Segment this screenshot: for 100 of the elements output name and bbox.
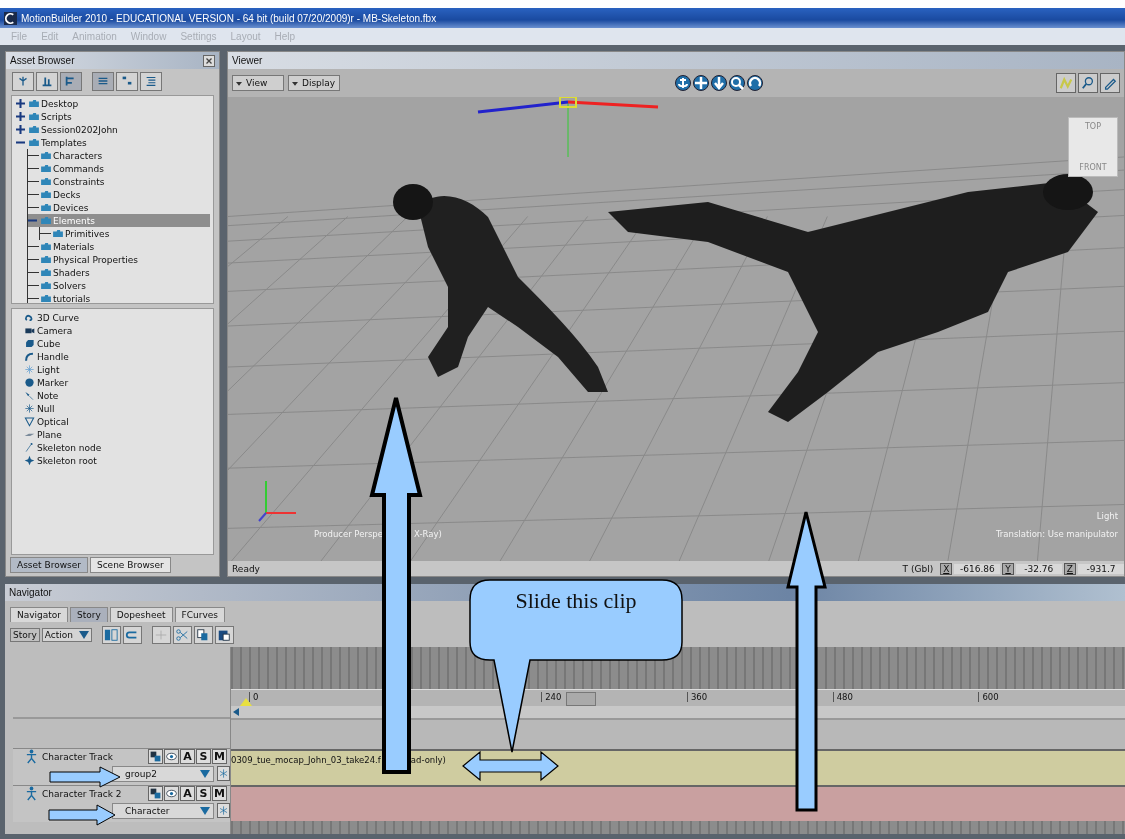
axis-button[interactable]: Z — [1063, 562, 1076, 575]
tree-item[interactable]: Scripts — [16, 110, 76, 123]
tree-item[interactable]: Solvers — [28, 279, 90, 292]
ruler-label: 600 — [978, 692, 999, 702]
element-item[interactable]: Null — [24, 402, 55, 415]
element-item[interactable]: Handle — [24, 350, 69, 363]
track-toggle-button[interactable]: M — [212, 749, 227, 764]
track-toggle-button[interactable]: S — [196, 749, 211, 764]
element-item[interactable]: Plane — [24, 428, 62, 441]
app-logo-icon — [4, 11, 17, 25]
track-toggle-button[interactable]: A — [180, 786, 195, 801]
element-item[interactable]: Camera — [24, 324, 73, 337]
tab[interactable]: FCurves — [174, 607, 225, 622]
figure-icon — [25, 749, 38, 764]
paste-icon[interactable] — [217, 628, 232, 642]
tree-item[interactable]: Devices — [28, 201, 93, 214]
zoom-2d-icon[interactable] — [1081, 76, 1095, 90]
expand-icon[interactable] — [16, 112, 25, 121]
right-arrow — [48, 804, 116, 826]
marker-icon — [24, 377, 35, 388]
caret-icon — [199, 769, 210, 778]
collapse-icon[interactable] — [16, 138, 25, 147]
element-item[interactable]: Light — [24, 363, 60, 376]
axis-button[interactable]: Y — [1002, 562, 1014, 575]
track-header[interactable]: Character Track 2 A S M Character — [13, 785, 230, 822]
search-icon[interactable] — [729, 75, 745, 91]
tree-item[interactable]: Constraints — [28, 175, 109, 188]
panel-toggle-icon[interactable] — [104, 628, 119, 642]
expand-icon[interactable] — [16, 99, 25, 108]
anchor-icon[interactable] — [675, 75, 691, 91]
eye-icon[interactable] — [164, 786, 179, 801]
ruler-label: 360 — [686, 692, 708, 702]
clip-name: ad-only) — [410, 755, 446, 765]
layers-icon[interactable] — [148, 786, 163, 801]
tree-item[interactable]: Physical Properties — [28, 253, 142, 266]
layers-icon[interactable] — [148, 749, 163, 764]
coordinate-field[interactable]: -931.7 — [1078, 563, 1124, 574]
tree-item[interactable]: tutorials — [28, 292, 95, 303]
tab[interactable]: Dopesheet — [109, 607, 173, 622]
caret-icon — [78, 631, 89, 639]
time-ruler[interactable]: 0 240 360 480 600 — [231, 689, 1125, 706]
tab[interactable]: Scene Browser — [89, 557, 171, 573]
tree-item[interactable]: Primitives — [40, 227, 114, 240]
grid-icon[interactable] — [120, 74, 134, 88]
coordinate-field[interactable]: -32.76 — [1015, 563, 1062, 574]
element-item[interactable]: Cube — [24, 337, 61, 350]
expand-icon[interactable] — [16, 125, 25, 134]
element-item[interactable]: 3D Curve — [24, 311, 80, 324]
tree-item[interactable]: Materials — [28, 240, 99, 253]
element-item[interactable]: Skeleton root — [24, 454, 97, 467]
light-icon — [24, 364, 35, 375]
tree-item[interactable]: Desktop — [16, 97, 83, 110]
character-dropdown[interactable]: Character — [112, 802, 214, 819]
dropdown-button[interactable]: View — [232, 75, 284, 91]
timeline-scrollbar[interactable] — [231, 706, 1125, 720]
eye-icon[interactable] — [164, 749, 179, 764]
coordinate-label: T (Gbl) — [902, 563, 934, 574]
tree-item[interactable]: Templates — [16, 136, 91, 149]
clip-name: 0309_tue_mocap_John_03_take24.f — [231, 755, 381, 765]
coordinate-field[interactable]: -616.86 — [954, 563, 1001, 574]
tab[interactable]: Story — [70, 607, 108, 622]
tree-item[interactable]: Decks — [28, 188, 85, 201]
skeleton-icon[interactable] — [216, 766, 230, 781]
move-icon[interactable] — [693, 75, 709, 91]
track-toggle-button[interactable]: A — [180, 749, 195, 764]
caret-icon — [292, 80, 298, 86]
tree-item[interactable]: Commands — [28, 162, 108, 175]
panel-title: Navigator — [9, 587, 52, 598]
close-icon[interactable] — [203, 54, 215, 67]
character-dropdown[interactable]: group2 — [112, 765, 214, 782]
pencil-icon[interactable] — [1103, 76, 1117, 90]
down-arrow-icon[interactable] — [711, 75, 727, 91]
animation-clip[interactable]: 0309_tue_mocap_John_03_take24.f ad-only) — [231, 751, 1125, 765]
tree-item[interactable]: Characters — [28, 149, 107, 162]
element-item[interactable]: Marker — [24, 376, 69, 389]
story-button[interactable]: Story — [10, 628, 40, 642]
dropdown-button[interactable]: Display — [288, 75, 340, 91]
action-dropdown[interactable]: Action — [41, 628, 92, 642]
tab[interactable]: Navigator — [10, 607, 69, 622]
track-name: Character Track 2 — [42, 788, 123, 799]
figure-icon — [25, 786, 38, 801]
window-title: MotionBuilder 2010 - EDUCATIONAL VERSION - 64 bit (build 07/20/2009)r - MB-Skeleton.fbx — [21, 12, 437, 24]
tree-item[interactable]: Shaders — [28, 266, 94, 279]
tab[interactable]: Asset Browser — [10, 557, 88, 573]
element-item[interactable]: Note — [24, 389, 59, 402]
ruler-label: 480 — [832, 692, 853, 702]
scissors-icon[interactable] — [175, 628, 190, 642]
range-handle[interactable] — [566, 692, 597, 706]
axis-button[interactable]: X — [940, 562, 953, 575]
track-toggle-button[interactable]: S — [196, 786, 211, 801]
track-toggle-button[interactable]: M — [212, 786, 227, 801]
status-text: Ready — [232, 563, 260, 574]
tree-item[interactable]: Session0202John — [16, 123, 122, 136]
list-icon[interactable] — [144, 74, 158, 88]
rotate-icon[interactable] — [747, 75, 763, 91]
optical-icon — [24, 416, 35, 427]
tree-icon[interactable] — [16, 74, 30, 88]
element-item[interactable]: Skeleton node — [24, 441, 102, 454]
skeleton-icon[interactable] — [216, 803, 230, 818]
element-item[interactable]: Optical — [24, 415, 69, 428]
